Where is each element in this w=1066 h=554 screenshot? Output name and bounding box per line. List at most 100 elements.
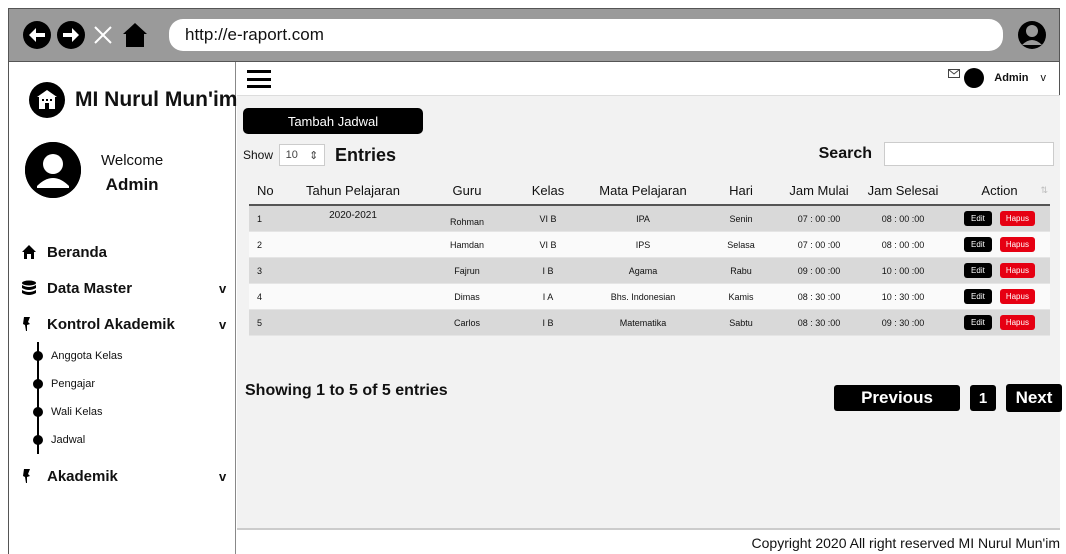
delete-button[interactable]: Hapus — [999, 263, 1035, 278]
back-icon[interactable] — [23, 21, 51, 49]
submenu-item-label: Pengajar — [51, 378, 96, 390]
welcome-username: Admin — [105, 175, 159, 194]
cell-hari: Kamis — [728, 291, 754, 302]
brand-name: MI Nurul Mun'im — [75, 88, 238, 111]
home-icon — [21, 244, 47, 260]
menu-icon[interactable] — [247, 70, 271, 88]
sidebar-item-data-master[interactable]: Data Master v — [21, 270, 233, 306]
chevron-down-icon[interactable]: v — [219, 281, 233, 296]
cell-action: Edit Hapus — [949, 211, 1050, 226]
sidebar-item-kontrol-akademik[interactable]: Kontrol Akademik v — [21, 306, 233, 342]
delete-button[interactable]: Hapus — [999, 237, 1035, 252]
cell-jam-selesai: 10 : 30 :00 — [881, 291, 925, 302]
column-header[interactable]: Jam Mulai — [781, 183, 857, 198]
cell-jam-mulai: 07 : 00 :00 — [797, 213, 841, 224]
bullet-icon — [33, 379, 43, 389]
table-row: 2 Hamdan VI B IPS Selasa 07 : 00 :00 08 … — [249, 232, 1050, 258]
edit-button[interactable]: Edit — [964, 263, 992, 278]
previous-button[interactable]: Previous — [834, 385, 960, 411]
cell-jam-mulai: 07 : 00 :00 — [797, 239, 841, 250]
cell-guru: Rohman — [449, 216, 485, 227]
submenu-item-anggota-kelas[interactable]: Anggota Kelas — [31, 342, 233, 370]
column-header[interactable]: Action ⇅ — [949, 183, 1050, 198]
edit-button[interactable]: Edit — [964, 289, 992, 304]
schedule-table: No Tahun Pelajaran Guru Kelas Mata Pelaj… — [249, 176, 1050, 336]
close-icon[interactable] — [91, 21, 115, 49]
footer: Copyright 2020 All right reserved MI Nur… — [237, 528, 1060, 554]
cell-jam-selesai: 09 : 30 :00 — [881, 317, 925, 328]
cell-mapel: IPS — [635, 239, 651, 250]
welcome-text: Welcome — [101, 152, 164, 169]
submenu-item-pengajar[interactable]: Pengajar — [31, 370, 233, 398]
search-label: Search — [818, 145, 872, 162]
school-logo-icon — [29, 82, 65, 118]
column-header[interactable]: Mata Pelajaran — [585, 183, 701, 198]
cell-mapel: Agama — [628, 265, 658, 276]
cell-guru: Carlos — [453, 317, 480, 328]
column-header[interactable]: Guru — [423, 183, 511, 198]
column-header[interactable]: Jam Selesai — [857, 183, 949, 198]
cell-mapel: Bhs. Indonesian — [610, 291, 676, 302]
chevron-down-icon[interactable]: v — [219, 317, 233, 332]
forward-icon[interactable] — [57, 21, 85, 49]
cell-no: 4 — [257, 291, 263, 302]
edit-button[interactable]: Edit — [964, 211, 992, 226]
mail-icon[interactable] — [948, 67, 961, 81]
submenu-item-jadwal[interactable]: Jadwal — [31, 426, 233, 454]
column-header[interactable]: Kelas — [511, 183, 585, 198]
cell-jam-mulai: 09 : 00 :00 — [797, 265, 841, 276]
delete-button[interactable]: Hapus — [999, 289, 1035, 304]
sidebar-item-label: Kontrol Akademik — [47, 315, 175, 333]
cell-hari: Rabu — [730, 265, 752, 276]
page-length-select[interactable]: 10 ⇕ — [279, 144, 326, 166]
browser-nav — [23, 21, 149, 49]
cell-no: 3 — [257, 265, 263, 276]
cell-no: 2 — [257, 239, 263, 250]
add-schedule-button[interactable]: Tambah Jadwal — [243, 108, 423, 134]
table-row: 5 Carlos I B Matematika Sabtu 08 : 30 :0… — [249, 310, 1050, 336]
column-header[interactable]: Hari — [701, 183, 781, 198]
cell-mapel: Matematika — [619, 317, 667, 328]
table-info: Showing 1 to 5 of 5 entries — [245, 382, 448, 399]
submenu-item-wali-kelas[interactable]: Wali Kelas — [31, 398, 233, 426]
delete-button[interactable]: Hapus — [999, 211, 1035, 226]
cell-hari: Selasa — [727, 239, 755, 250]
submenu-kontrol-akademik: Anggota Kelas Pengajar Wali Kelas Jadwal — [31, 342, 233, 454]
entries-label: Entries — [335, 144, 397, 165]
search-input[interactable] — [884, 142, 1054, 166]
cell-jam-mulai: 08 : 30 :00 — [797, 317, 841, 328]
avatar — [964, 68, 985, 88]
bullet-icon — [33, 351, 43, 361]
cell-kelas: VI B — [539, 213, 557, 224]
browser-toolbar: http://e-raport.com — [8, 8, 1060, 62]
next-button[interactable]: Next — [1006, 384, 1062, 412]
cell-jam-selesai: 08 : 00 :00 — [881, 213, 925, 224]
cell-kelas: VI B — [539, 239, 557, 250]
edit-button[interactable]: Edit — [964, 237, 992, 252]
address-bar[interactable]: http://e-raport.com — [169, 19, 1003, 51]
chevron-down-icon[interactable]: v — [219, 469, 233, 484]
home-icon[interactable] — [121, 21, 149, 49]
user-menu[interactable]: Admin v — [948, 68, 1046, 88]
edit-button[interactable]: Edit — [964, 315, 992, 330]
search-control: Search — [819, 142, 1054, 166]
cell-jam-selesai: 08 : 00 :00 — [881, 239, 925, 250]
bullet-icon — [33, 407, 43, 417]
delete-button[interactable]: Hapus — [999, 315, 1035, 330]
sort-icon[interactable]: ⇅ — [1040, 185, 1048, 196]
user-icon[interactable] — [1017, 19, 1047, 51]
sidebar-item-akademik[interactable]: Akademik v — [21, 458, 233, 494]
chevron-down-icon[interactable]: v — [1041, 72, 1047, 84]
page-button[interactable]: 1 — [970, 385, 996, 411]
sort-updown-icon: ⇕ — [309, 149, 319, 162]
column-header[interactable]: No — [249, 183, 283, 198]
table-row: 1 2020-2021 Rohman VI B IPA Senin 07 : 0… — [249, 206, 1050, 232]
column-header[interactable]: Tahun Pelajaran — [283, 183, 423, 198]
sidebar-item-beranda[interactable]: Beranda — [21, 234, 233, 270]
avatar — [25, 142, 81, 198]
table-header: No Tahun Pelajaran Guru Kelas Mata Pelaj… — [249, 176, 1050, 206]
brand[interactable]: MI Nurul Mun'im — [29, 82, 237, 118]
pin-icon — [21, 468, 47, 484]
cell-kelas: I B — [542, 317, 554, 328]
table-row: 3 Fajrun I B Agama Rabu 09 : 00 :00 10 :… — [249, 258, 1050, 284]
